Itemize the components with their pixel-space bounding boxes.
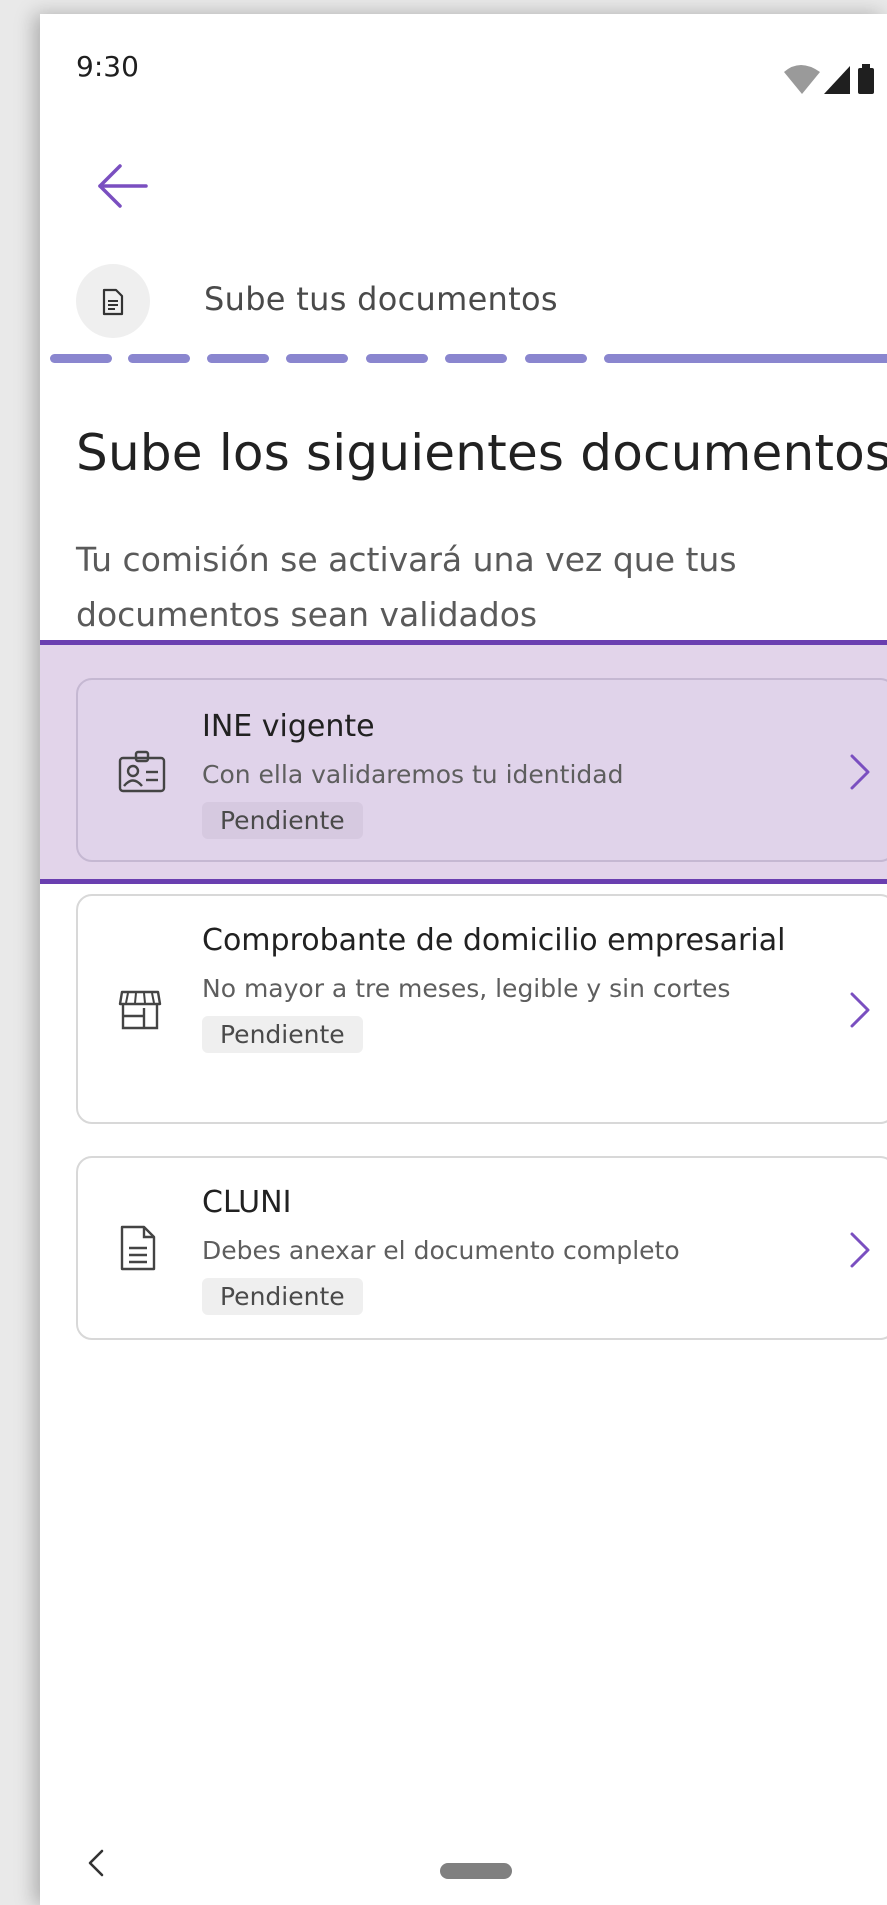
chevron-right-icon	[850, 754, 870, 790]
status-time: 9:30	[76, 50, 139, 83]
chevron-right-icon	[850, 1232, 870, 1268]
document-title: INE vigente	[202, 709, 375, 744]
home-pill[interactable]	[440, 1863, 512, 1879]
id-card-icon	[118, 750, 166, 793]
document-text: Comprobante de domicilio empresarial No …	[202, 916, 814, 1053]
status-badge: Pendiente	[202, 1278, 363, 1315]
back-button[interactable]	[90, 154, 154, 218]
document-icon	[102, 288, 124, 316]
wifi-icon	[784, 65, 820, 94]
status-badge: Pendiente	[202, 802, 363, 839]
progress-step-8	[604, 354, 887, 363]
progress-step-3	[207, 354, 269, 363]
document-card-ine[interactable]: INE vigente Con ella validaremos tu iden…	[76, 678, 887, 862]
status-badge: Pendiente	[202, 1016, 363, 1053]
document-description: No mayor a tre meses, legible y sin cort…	[202, 974, 731, 1003]
battery-icon	[858, 68, 874, 94]
page-subtitle: Tu comisión se activará una vez que tus …	[76, 540, 737, 634]
chevron-right-icon	[850, 992, 870, 1028]
status-icons	[784, 64, 874, 94]
document-text: CLUNI Debes anexar el documento completo…	[202, 1178, 814, 1315]
signal-icon	[824, 66, 850, 94]
progress-step-6	[445, 354, 507, 363]
storefront-icon	[118, 990, 162, 1030]
document-icon	[120, 1225, 156, 1271]
document-description: Con ella validaremos tu identidad	[202, 760, 624, 789]
document-text: INE vigente Con ella validaremos tu iden…	[202, 702, 814, 839]
document-card-comprobante[interactable]: Comprobante de domicilio empresarial No …	[76, 894, 887, 1124]
document-card-cluni[interactable]: CLUNI Debes anexar el documento completo…	[76, 1156, 887, 1340]
step-progress	[50, 354, 887, 364]
progress-step-1	[50, 354, 112, 363]
step-header: Sube tus documentos	[76, 264, 887, 340]
document-description: Debes anexar el documento completo	[202, 1236, 680, 1265]
phone-screen: 9:30 Sube tus documentos Sube los siguie…	[40, 14, 887, 1905]
step-icon-container	[76, 264, 150, 338]
progress-step-4	[286, 354, 348, 363]
step-title: Sube tus documentos	[204, 280, 558, 318]
progress-step-5	[366, 354, 428, 363]
system-nav-bar	[40, 1805, 887, 1905]
nav-back-icon[interactable]	[84, 1845, 108, 1881]
page-title: Sube los siguientes documentos	[76, 424, 887, 482]
document-title: Comprobante de domicilio empresarial	[202, 923, 786, 958]
progress-step-2	[128, 354, 190, 363]
progress-step-7	[525, 354, 587, 363]
arrow-left-icon	[98, 164, 148, 208]
status-bar: 9:30	[40, 14, 887, 124]
document-title: CLUNI	[202, 1185, 292, 1220]
